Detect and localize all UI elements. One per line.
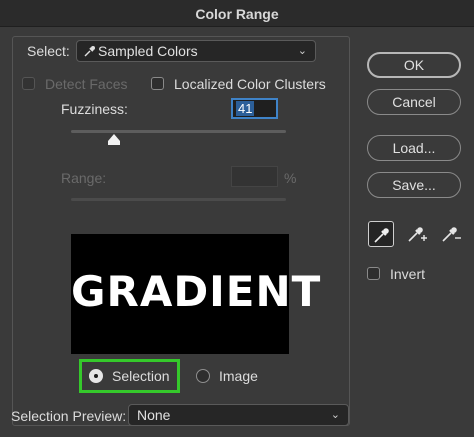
eyedropper-icon — [84, 46, 95, 57]
range-unit: % — [284, 170, 297, 186]
eyedropper-plus-tool[interactable] — [403, 221, 429, 247]
select-dropdown[interactable]: Sampled Colors ⌄ — [76, 40, 316, 62]
range-slider-track[interactable] — [71, 198, 286, 201]
eyedropper-minus-tool[interactable] — [437, 221, 463, 247]
detect-faces-label: Detect Faces — [45, 76, 128, 92]
selection-preview-value: None — [137, 407, 171, 423]
image-radio[interactable] — [196, 369, 210, 383]
select-value: Sampled Colors — [98, 43, 198, 59]
detect-faces-checkbox[interactable] — [22, 77, 35, 90]
options-group — [12, 36, 350, 426]
eyedropper-tool[interactable] — [368, 221, 394, 247]
fuzziness-slider-track[interactable] — [71, 130, 286, 133]
chevron-down-icon: ⌄ — [297, 45, 307, 57]
localized-clusters-checkbox[interactable] — [151, 77, 164, 90]
image-radio-label: Image — [219, 368, 258, 384]
localized-clusters-label: Localized Color Clusters — [174, 76, 326, 92]
selection-radio[interactable] — [89, 369, 103, 383]
fuzziness-value: 41 — [236, 101, 255, 116]
selection-preview-label: Selection Preview: — [11, 408, 127, 424]
fuzziness-label: Fuzziness: — [61, 101, 128, 117]
selection-preview-dropdown[interactable]: None ⌄ — [128, 404, 349, 426]
save-button[interactable]: Save... — [367, 172, 461, 198]
fuzziness-input[interactable]: 41 — [231, 98, 278, 119]
invert-checkbox[interactable] — [367, 267, 380, 280]
ok-button[interactable]: OK — [367, 52, 461, 78]
eyedropper-icon — [374, 228, 389, 243]
selection-radio-label: Selection — [112, 368, 170, 384]
cancel-button[interactable]: Cancel — [367, 89, 461, 115]
chevron-down-icon: ⌄ — [330, 409, 340, 421]
window-title: Color Range — [195, 6, 279, 22]
load-button[interactable]: Load... — [367, 135, 461, 161]
invert-label: Invert — [390, 266, 426, 282]
fuzziness-slider-thumb[interactable] — [107, 134, 121, 146]
preview-text: GRADIENT — [71, 267, 322, 316]
title-bar: Color Range — [0, 0, 474, 27]
range-input[interactable] — [231, 166, 278, 187]
selection-preview-image: GRADIENT — [71, 234, 322, 354]
eyedropper-plus-icon — [408, 227, 427, 242]
select-label: Select: — [27, 43, 70, 59]
eyedropper-minus-icon — [442, 227, 461, 242]
range-label: Range: — [61, 170, 107, 186]
